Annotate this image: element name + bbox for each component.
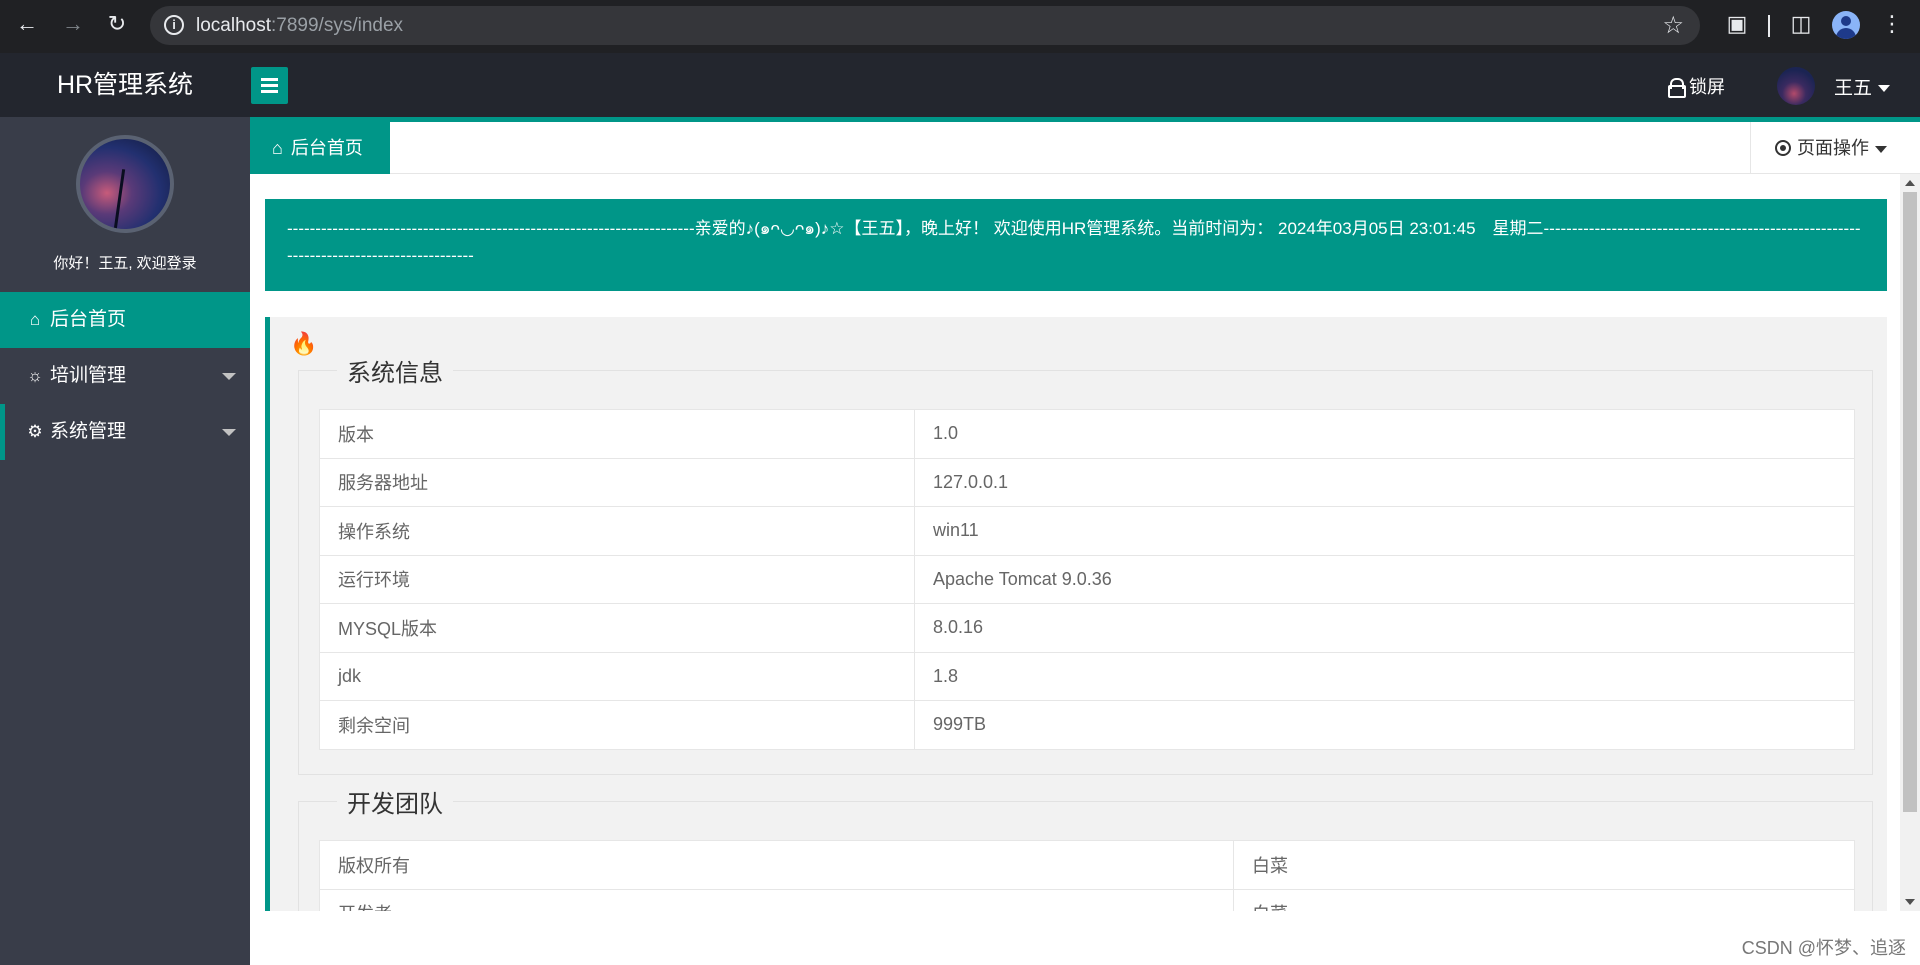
lock-icon bbox=[1668, 78, 1686, 98]
content-scrollbar[interactable] bbox=[1900, 174, 1920, 911]
sidebar-item-home[interactable]: ⌂ 后台首页 bbox=[0, 292, 250, 348]
chevron-down-icon bbox=[222, 373, 236, 380]
table-row: MYSQL版本 8.0.16 bbox=[319, 603, 1855, 653]
dev-team-section: 开发团队 版权所有白菜开发者白菜 bbox=[298, 784, 1873, 911]
table-value-cell: 白菜 bbox=[1233, 840, 1855, 890]
page-operations-dropdown[interactable]: 页面操作 bbox=[1750, 122, 1920, 174]
address-bar[interactable]: i localhost:7899/sys/index ☆ bbox=[150, 6, 1700, 45]
system-info-title: 系统信息 bbox=[337, 353, 453, 388]
dev-team-table: 版权所有白菜开发者白菜 bbox=[319, 840, 1855, 911]
table-key-cell: MYSQL版本 bbox=[319, 603, 915, 653]
sidebar: 你好！王五, 欢迎登录 ⌂ 后台首页 ☼ 培训管理 ⚙ 系统管理 bbox=[0, 117, 250, 965]
table-key-cell: 操作系统 bbox=[319, 506, 915, 556]
caret-down-icon bbox=[1878, 85, 1891, 93]
sidebar-item-label: 后台首页 bbox=[50, 309, 127, 330]
watermark: CSDN @怀梦、追逐 bbox=[1741, 938, 1906, 958]
url-text: localhost:7899/sys/index bbox=[196, 15, 404, 36]
table-key-cell: 运行环境 bbox=[319, 554, 915, 604]
sidebar-item-label: 培训管理 bbox=[50, 365, 127, 386]
table-value-cell: 白菜 bbox=[1233, 888, 1855, 911]
sidebar-item-training[interactable]: ☼ 培训管理 bbox=[0, 348, 250, 404]
reload-icon[interactable]: ↻ bbox=[102, 12, 132, 42]
table-key-cell: 版本 bbox=[319, 409, 915, 459]
forward-icon[interactable]: → bbox=[58, 12, 88, 42]
caret-down-icon bbox=[1875, 145, 1887, 153]
table-key-cell: 服务器地址 bbox=[319, 457, 915, 507]
user-avatar[interactable] bbox=[1777, 67, 1815, 105]
table-value-cell: 1.8 bbox=[914, 651, 1855, 701]
home-icon: ⌂ bbox=[29, 310, 41, 329]
table-key-cell: jdk bbox=[319, 651, 915, 701]
back-icon[interactable]: ← bbox=[12, 12, 42, 42]
table-value-cell: 999TB bbox=[914, 700, 1855, 750]
target-icon bbox=[1775, 140, 1791, 156]
table-row: jdk 1.8 bbox=[319, 651, 1855, 701]
table-value-cell: 8.0.16 bbox=[914, 603, 1855, 653]
table-row: 操作系统 win11 bbox=[319, 506, 1855, 556]
table-row: 版本 1.0 bbox=[319, 409, 1855, 459]
gear-icon: ⚙ bbox=[27, 422, 43, 441]
table-row: 版权所有 白菜 bbox=[319, 840, 1855, 890]
side-panel-icon[interactable]: ◫ bbox=[1786, 12, 1816, 42]
welcome-banner: ----------------------------------------… bbox=[265, 199, 1887, 291]
menu-toggle-button[interactable] bbox=[251, 67, 288, 104]
site-info-icon[interactable]: i bbox=[164, 15, 184, 35]
sidebar-item-label: 系统管理 bbox=[50, 421, 127, 442]
home-icon: ⌂ bbox=[272, 138, 283, 158]
scroll-thumb[interactable] bbox=[1903, 192, 1917, 812]
fire-icon: 🔥 bbox=[290, 331, 318, 356]
sidebar-greeting: 你好！王五, 欢迎登录 bbox=[53, 255, 197, 272]
browser-toolbar: ← → ↻ i localhost:7899/sys/index ☆ ▣ ◫ ⋮ bbox=[0, 0, 1920, 53]
tab-home[interactable]: ⌂ 后台首页 bbox=[250, 122, 390, 174]
table-value-cell: win11 bbox=[914, 506, 1855, 556]
table-key-cell: 开发者 bbox=[319, 888, 1234, 911]
tab-home-label: 后台首页 bbox=[290, 138, 363, 158]
scroll-up-arrow[interactable] bbox=[1905, 180, 1915, 186]
tab-bar: ⌂ 后台首页 页面操作 bbox=[250, 122, 1920, 174]
table-value-cell: 127.0.0.1 bbox=[914, 457, 1855, 507]
table-key-cell: 剩余空间 bbox=[319, 700, 915, 750]
training-icon: ☼ bbox=[27, 366, 43, 385]
extensions-icon[interactable]: ▣ bbox=[1722, 12, 1752, 42]
chevron-down-icon bbox=[222, 429, 236, 436]
page-operations-label: 页面操作 bbox=[1797, 138, 1869, 158]
table-row: 开发者白菜 bbox=[319, 888, 1855, 911]
app-logo-title: HR管理系统 bbox=[56, 71, 194, 99]
bookmark-star-icon[interactable]: ☆ bbox=[1662, 11, 1684, 40]
table-row: 服务器地址 127.0.0.1 bbox=[319, 457, 1855, 507]
more-menu-icon[interactable]: ⋮ bbox=[1877, 12, 1907, 42]
table-row: 剩余空间 999TB bbox=[319, 700, 1855, 750]
sidebar-item-system[interactable]: ⚙ 系统管理 bbox=[0, 404, 250, 460]
scroll-down-arrow[interactable] bbox=[1905, 899, 1915, 905]
table-value-cell: Apache Tomcat 9.0.36 bbox=[914, 554, 1855, 604]
toolbar-divider bbox=[1768, 15, 1770, 37]
system-info-table: 版本 1.0 服务器地址 127.0.0.1 操作系统 win11 运行环境 Apache T… bbox=[319, 409, 1855, 750]
table-row: 运行环境 Apache Tomcat 9.0.36 bbox=[319, 554, 1855, 604]
dev-team-title: 开发团队 bbox=[337, 784, 453, 819]
table-value-cell: 1.0 bbox=[914, 409, 1855, 459]
system-info-section: 系统信息 版本 1.0 服务器地址 127.0.0.1 操作系统 win11 运行环境 Apa… bbox=[298, 353, 1873, 775]
sidebar-avatar bbox=[76, 135, 174, 233]
main-content: ----------------------------------------… bbox=[250, 174, 1900, 911]
lock-screen-label: 锁屏 bbox=[1689, 77, 1725, 97]
table-key-cell: 版权所有 bbox=[319, 840, 1234, 890]
app-header: HR管理系统 锁屏 王五 bbox=[0, 53, 1920, 122]
user-menu[interactable]: 王五 bbox=[1834, 73, 1891, 100]
user-name: 王五 bbox=[1834, 78, 1873, 99]
profile-avatar-icon[interactable] bbox=[1832, 11, 1860, 39]
info-panel: 🔥 系统信息 版本 1.0 服务器地址 127.0.0.1 操作系统 win11 运行环境 A… bbox=[265, 317, 1887, 911]
lock-screen-button[interactable]: 锁屏 bbox=[1668, 73, 1725, 99]
